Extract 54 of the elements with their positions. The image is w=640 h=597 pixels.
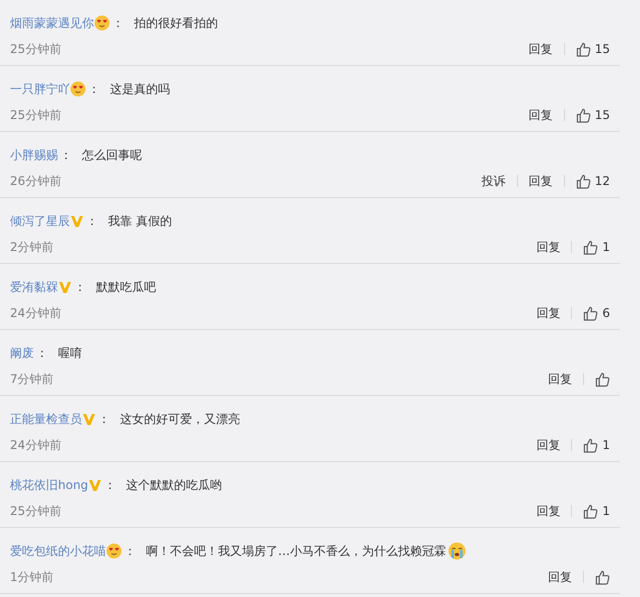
comment-text: 我靠 真假的 bbox=[108, 212, 172, 230]
action-link[interactable]: 投诉 bbox=[482, 172, 506, 190]
colon-separator: ： bbox=[98, 410, 110, 428]
comment-text: 啊！不会吧！我又塌房了…小马不香么，为什么找赖冠霖 bbox=[146, 542, 446, 560]
like-button[interactable]: 12 bbox=[576, 174, 610, 188]
colon-separator: ： bbox=[60, 146, 72, 164]
action-link[interactable]: 回复 bbox=[536, 304, 560, 322]
comment-time: 26分钟前 bbox=[10, 172, 62, 190]
like-button[interactable]: 6 bbox=[583, 306, 610, 320]
like-button[interactable]: 15 bbox=[576, 42, 610, 56]
comment-text: 拍的很好看拍的 bbox=[134, 14, 218, 32]
like-button[interactable] bbox=[595, 372, 610, 386]
comment-text: 默默吃瓜吧 bbox=[96, 278, 156, 296]
action-link[interactable]: 回复 bbox=[548, 568, 572, 586]
heart-eyes-emoji-icon bbox=[106, 543, 122, 559]
action-link[interactable]: 回复 bbox=[536, 436, 560, 454]
like-button[interactable]: 1 bbox=[583, 504, 610, 518]
comment-time: 2分钟前 bbox=[10, 238, 54, 256]
comment-text: 怎么回事呢 bbox=[82, 146, 142, 164]
like-button[interactable]: 1 bbox=[583, 438, 610, 452]
colon-separator: ： bbox=[88, 80, 100, 98]
colon-separator: ： bbox=[74, 278, 86, 296]
colon-separator: ： bbox=[36, 344, 48, 362]
action-link[interactable]: 回复 bbox=[548, 370, 572, 388]
comment-time: 7分钟前 bbox=[10, 370, 54, 388]
heart-eyes-emoji-icon bbox=[70, 81, 86, 97]
like-button[interactable]: 1 bbox=[583, 240, 610, 254]
comment-text: 喔唷 bbox=[58, 344, 82, 362]
crying-emoji-icon bbox=[448, 542, 466, 560]
colon-separator: ： bbox=[86, 212, 98, 230]
verified-v-icon bbox=[88, 478, 102, 492]
heart-eyes-emoji-icon bbox=[94, 15, 110, 31]
action-link[interactable]: 回复 bbox=[536, 502, 560, 520]
comment-text: 这女的好可爱，又漂亮 bbox=[120, 410, 240, 428]
action-link[interactable]: 回复 bbox=[528, 40, 553, 58]
comment-time: 25分钟前 bbox=[10, 106, 62, 124]
colon-separator: ： bbox=[124, 542, 136, 560]
colon-separator: ： bbox=[112, 14, 124, 32]
verified-v-icon bbox=[70, 214, 84, 228]
action-link[interactable]: 回复 bbox=[528, 172, 553, 190]
verified-v-icon bbox=[58, 280, 72, 294]
comment-time: 25分钟前 bbox=[10, 502, 62, 520]
like-button[interactable]: 15 bbox=[576, 108, 610, 122]
like-button[interactable] bbox=[595, 570, 610, 584]
verified-v-icon bbox=[82, 412, 96, 426]
action-link[interactable]: 回复 bbox=[536, 238, 560, 256]
comment-text: 这个默默的吃瓜哟 bbox=[126, 476, 222, 494]
comment-text: 这是真的吗 bbox=[110, 80, 170, 98]
comment-time: 1分钟前 bbox=[10, 568, 54, 586]
colon-separator: ： bbox=[104, 476, 116, 494]
comment-time: 24分钟前 bbox=[10, 436, 62, 454]
action-link[interactable]: 回复 bbox=[528, 106, 553, 124]
comment-time: 24分钟前 bbox=[10, 304, 62, 322]
comment-time: 25分钟前 bbox=[10, 40, 62, 58]
